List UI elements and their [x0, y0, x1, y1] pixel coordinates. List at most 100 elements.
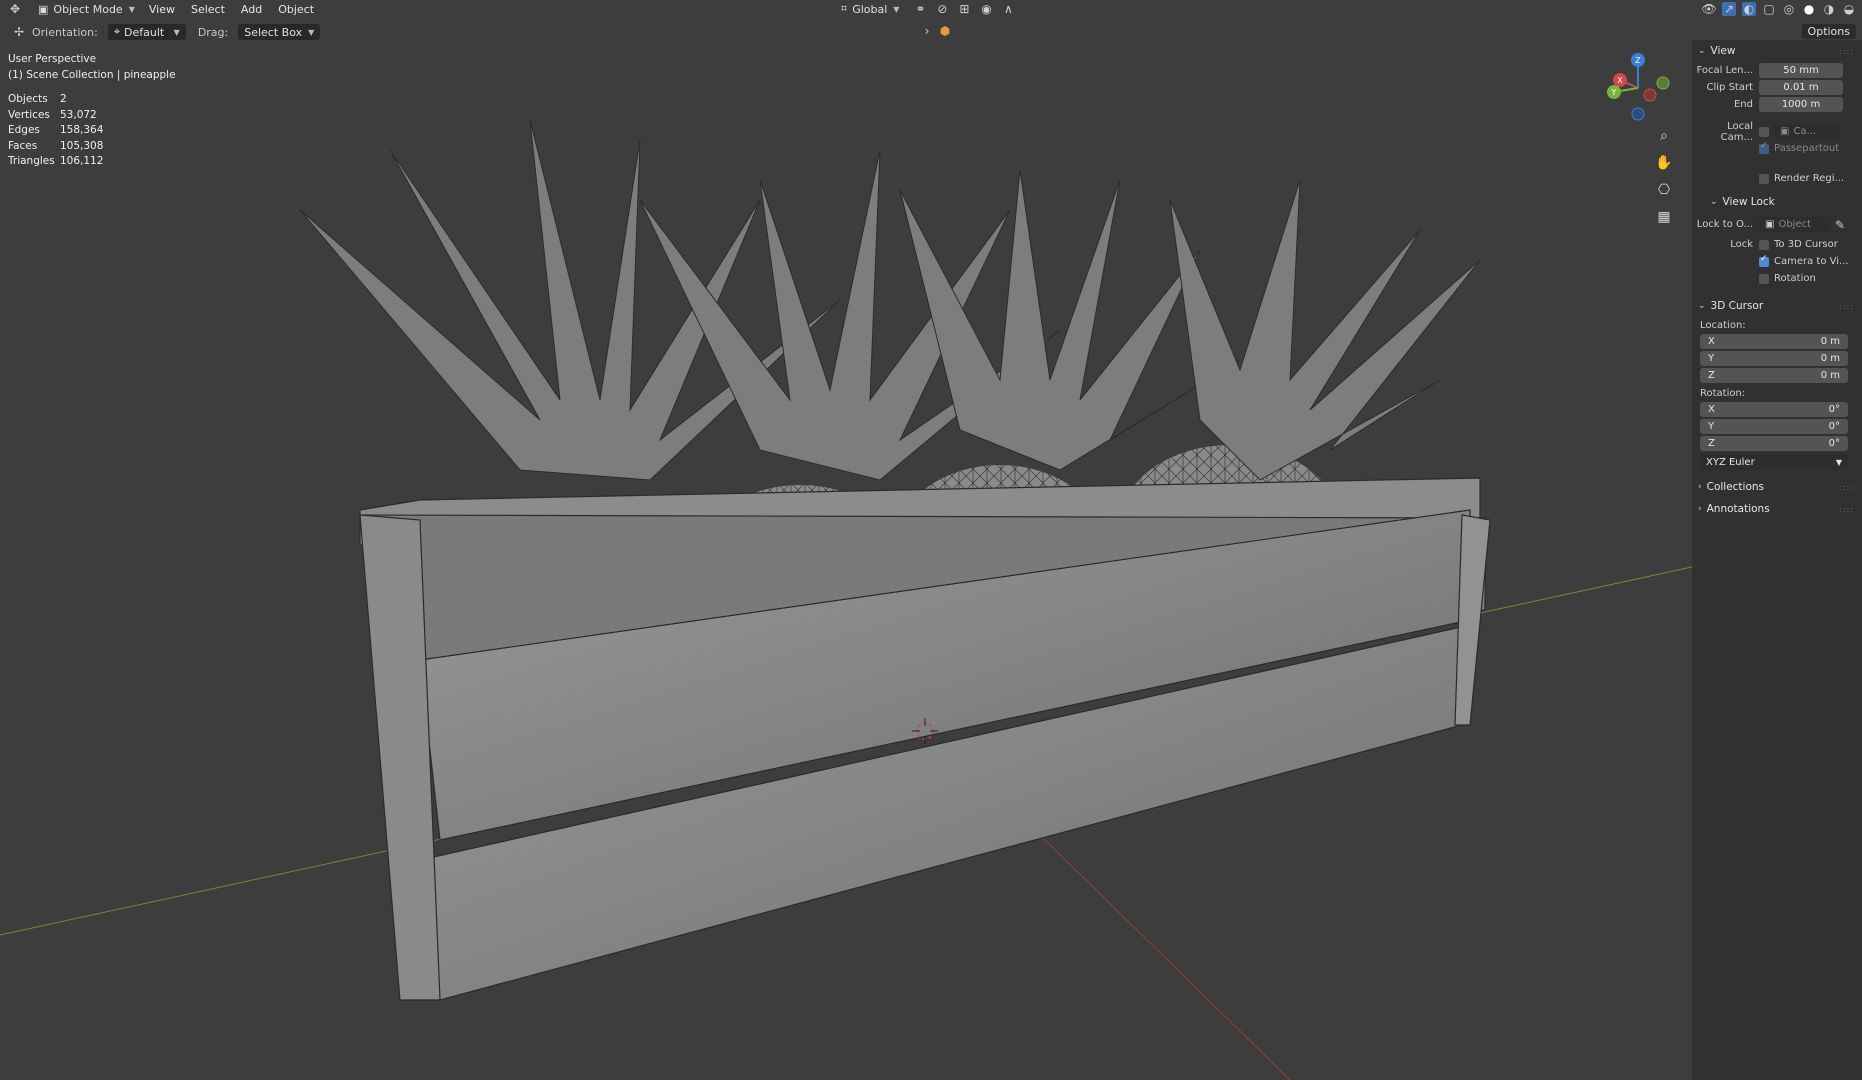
xray-icon[interactable]: ▢	[1762, 2, 1776, 16]
lock-to-object-field[interactable]: ▣ Object	[1759, 217, 1831, 232]
collection-label: (1) Scene Collection | pineapple	[8, 69, 176, 81]
location-label: Location:	[1700, 320, 1746, 331]
svg-text:X: X	[1617, 76, 1623, 85]
local-camera-field[interactable]: ▣ Ca...	[1774, 124, 1840, 139]
chevron-down-icon: ⌄	[1710, 197, 1718, 207]
menu-object[interactable]: Object	[270, 3, 322, 16]
clip-start-field[interactable]: 0.01 m	[1759, 80, 1843, 95]
mode-label: Object Mode	[53, 2, 123, 16]
menu-select[interactable]: Select	[183, 3, 233, 16]
visibility-icon[interactable]: 👁	[1701, 2, 1716, 16]
cursor-location-x[interactable]: X0 m	[1700, 334, 1848, 349]
drag-label: Drag:	[197, 25, 229, 39]
passepartout-row: Passepartout	[1692, 140, 1862, 157]
chevron-right-icon: ›	[1698, 482, 1702, 492]
options-button[interactable]: Options	[1801, 24, 1856, 39]
rotation-label: Rotation:	[1700, 388, 1746, 399]
sidebar-panel: ⌄ View :::: Focal Len... 50 mm Clip Start 0…	[1692, 40, 1862, 1080]
header-right-tools: 👁 ↗ ◐ ▢ ◎ ● ◑ ◒	[1701, 0, 1856, 18]
cursor-rotation-z[interactable]: Z 0°	[1700, 436, 1848, 451]
snap-target-icon[interactable]: ⊞	[957, 2, 971, 16]
x-axis-line	[1039, 834, 1291, 1080]
stat-row: Triangles 106,112	[8, 155, 104, 167]
drag-grip-icon[interactable]: ::::	[1839, 47, 1854, 56]
collections-header[interactable]: › Collections	[1692, 476, 1862, 498]
chevron-right-icon[interactable]: ›	[920, 24, 934, 38]
chevron-down-icon: ⌄	[1698, 46, 1706, 56]
move-tool-icon[interactable]: ✢	[12, 25, 26, 39]
drag-grip-icon[interactable]: ::::	[1839, 483, 1854, 492]
falloff-icon[interactable]: ∧	[1001, 2, 1015, 16]
cursor-rotation-y[interactable]: Y 0°	[1700, 419, 1848, 434]
editor-type-icon[interactable]: ✥	[8, 2, 22, 16]
sidebar-expand-group: › ⬢	[920, 24, 952, 38]
render-region-checkbox[interactable]	[1759, 173, 1769, 184]
overlay-toggle-icon[interactable]: ◐	[1742, 2, 1756, 16]
3d-viewport[interactable]: ✥ ▣ Object Mode ▼ View Select Add Object…	[0, 0, 1862, 1080]
3d-cursor-section: ⌄ 3D Cursor :::: Location: X0 m Y0 m Z0 m…	[1692, 295, 1862, 470]
stat-row: Vertices 53,072	[8, 108, 97, 121]
scene-render	[0, 119, 1862, 1080]
view-lock-header[interactable]: ⌄ View Lock	[1692, 191, 1862, 213]
chevron-down-icon: ▼	[128, 4, 135, 14]
local-camera-checkbox[interactable]	[1759, 126, 1769, 137]
render-preview-icon[interactable]: ⬢	[938, 24, 952, 38]
passepartout-checkbox[interactable]	[1759, 141, 1769, 154]
mode-dropdown[interactable]: ▣ Object Mode ▼	[32, 1, 141, 17]
drag-grip-icon[interactable]: ::::	[1839, 302, 1854, 311]
svg-text:Y: Y	[1611, 88, 1617, 97]
proportional-edit-icon[interactable]: ◉	[979, 2, 993, 16]
rendered-shading-icon[interactable]: ◒	[1842, 2, 1856, 16]
camera-icon: ▣	[1780, 126, 1790, 137]
collections-section: › Collections ::::	[1692, 476, 1862, 498]
snap-icon[interactable]: ⊘	[935, 2, 949, 16]
tool-settings-bar: ✢ Orientation: ⌖ Default ▼ Drag: Select …	[0, 22, 321, 42]
drag-grip-icon[interactable]: ::::	[1839, 505, 1854, 514]
lock-to-cursor-row: Lock To 3D Cursor	[1730, 239, 1838, 250]
to-3d-cursor-checkbox[interactable]	[1759, 239, 1769, 250]
axis-icon: ⌗	[841, 2, 848, 15]
ortho-grid-icon[interactable]: ▦	[1652, 205, 1676, 229]
menu-view[interactable]: View	[141, 3, 183, 16]
chevron-down-icon: ▼	[1835, 457, 1842, 467]
solid-shading-icon[interactable]: ●	[1802, 2, 1816, 16]
cursor-rotation-x[interactable]: X 0°	[1700, 402, 1848, 417]
zoom-icon[interactable]: ⌕	[1652, 124, 1676, 148]
cursor-location-y[interactable]: Y0 m	[1700, 351, 1848, 366]
material-shading-icon[interactable]: ◑	[1822, 2, 1836, 16]
clip-start-row: Clip Start 0.01 m	[1692, 79, 1862, 96]
clip-end-field[interactable]: 1000 m	[1759, 97, 1843, 112]
stat-row: Objects 2	[8, 93, 67, 105]
focal-length-field[interactable]: 50 mm	[1759, 63, 1843, 78]
annotations-section: › Annotations ::::	[1692, 498, 1862, 520]
drag-dropdown[interactable]: Select Box ▼	[238, 24, 321, 40]
transform-orientation-dropdown[interactable]: ⌗ Global ▼	[835, 1, 905, 17]
eyedropper-icon[interactable]: ✎	[1833, 218, 1847, 232]
transform-orientation-label: Global	[852, 2, 888, 16]
3d-cursor-header[interactable]: ⌄ 3D Cursor	[1692, 295, 1862, 317]
perspective-label: User Perspective	[8, 53, 97, 65]
cursor-location-z[interactable]: Z0 m	[1700, 368, 1848, 383]
stat-row: Faces 105,308	[8, 139, 104, 152]
lock-rotation-checkbox[interactable]	[1759, 273, 1769, 284]
scene-statistics: Objects 2 Vertices 53,072 Edges 158,364 Fac…	[8, 92, 103, 170]
clip-end-row: End 1000 m	[1692, 96, 1862, 113]
orientation-dropdown[interactable]: ⌖ Default ▼	[107, 24, 186, 40]
gizmo-toggle-icon[interactable]: ↗	[1722, 2, 1736, 16]
pan-hand-icon[interactable]: ✋	[1652, 151, 1676, 175]
menu-add[interactable]: Add	[233, 3, 270, 16]
chevron-down-icon: ▼	[173, 27, 180, 37]
view-section-header[interactable]: ⌄ View	[1692, 40, 1862, 62]
wireframe-shading-icon[interactable]: ◎	[1782, 2, 1796, 16]
drag-value: Select Box	[244, 25, 303, 39]
annotations-header[interactable]: › Annotations	[1692, 498, 1862, 520]
local-camera-row: Local Cam... ▣ Ca...	[1692, 121, 1862, 143]
chevron-down-icon: ▼	[308, 27, 315, 37]
camera-view-icon[interactable]: ⎔	[1652, 178, 1676, 202]
focal-length-row: Focal Len... 50 mm	[1692, 62, 1862, 79]
navigation-gizmo[interactable]: Z X Y	[1598, 50, 1678, 125]
orientation-value: Default	[124, 25, 165, 39]
rotation-mode-dropdown[interactable]: XYZ Euler ▼	[1700, 454, 1848, 470]
pivot-icon[interactable]: ⚭	[913, 2, 927, 16]
camera-to-view-checkbox[interactable]	[1759, 254, 1769, 267]
